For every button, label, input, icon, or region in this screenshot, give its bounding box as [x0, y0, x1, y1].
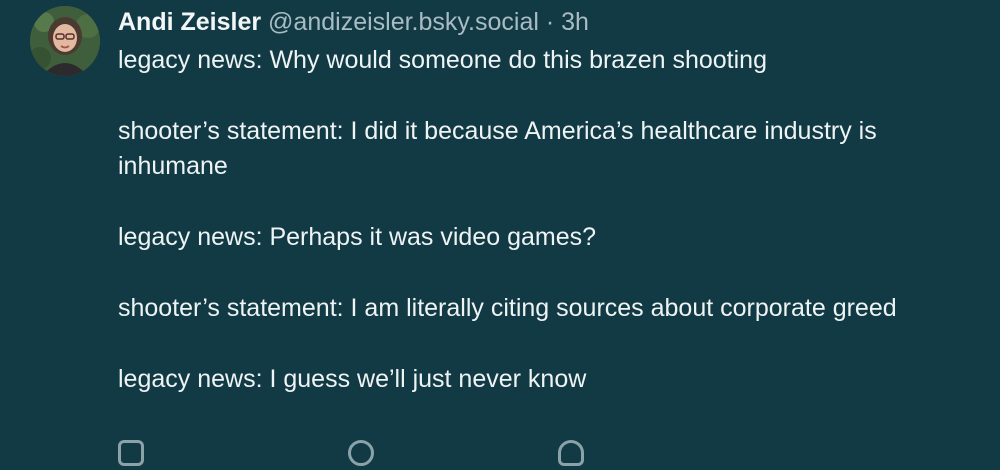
post-body: legacy news: Why would someone do this b…	[118, 43, 978, 397]
author-name[interactable]: Andi Zeisler	[118, 8, 261, 36]
post-content: Andi Zeisler @andizeisler.bsky.social · …	[118, 6, 978, 397]
post-paragraph: legacy news: Why would someone do this b…	[118, 46, 767, 74]
separator-dot: ·	[545, 8, 555, 36]
post-header: Andi Zeisler @andizeisler.bsky.social · …	[118, 6, 978, 38]
avatar[interactable]	[30, 6, 100, 76]
post-actions	[118, 440, 818, 470]
post-time[interactable]: 3h	[561, 8, 589, 36]
profile-photo-icon	[30, 6, 100, 76]
repost-icon[interactable]	[348, 440, 374, 466]
post-paragraph: shooter’s statement: I am literally citi…	[118, 294, 897, 322]
post-card[interactable]: Andi Zeisler @andizeisler.bsky.social · …	[0, 0, 1000, 466]
post-paragraph: legacy news: I guess we’ll just never kn…	[118, 365, 587, 393]
post-paragraph: shooter’s statement: I did it because Am…	[118, 117, 877, 180]
reply-icon[interactable]	[118, 440, 144, 466]
post-paragraph: legacy news: Perhaps it was video games?	[118, 223, 597, 251]
author-handle[interactable]: @andizeisler.bsky.social	[268, 8, 539, 36]
like-icon[interactable]	[558, 440, 584, 466]
